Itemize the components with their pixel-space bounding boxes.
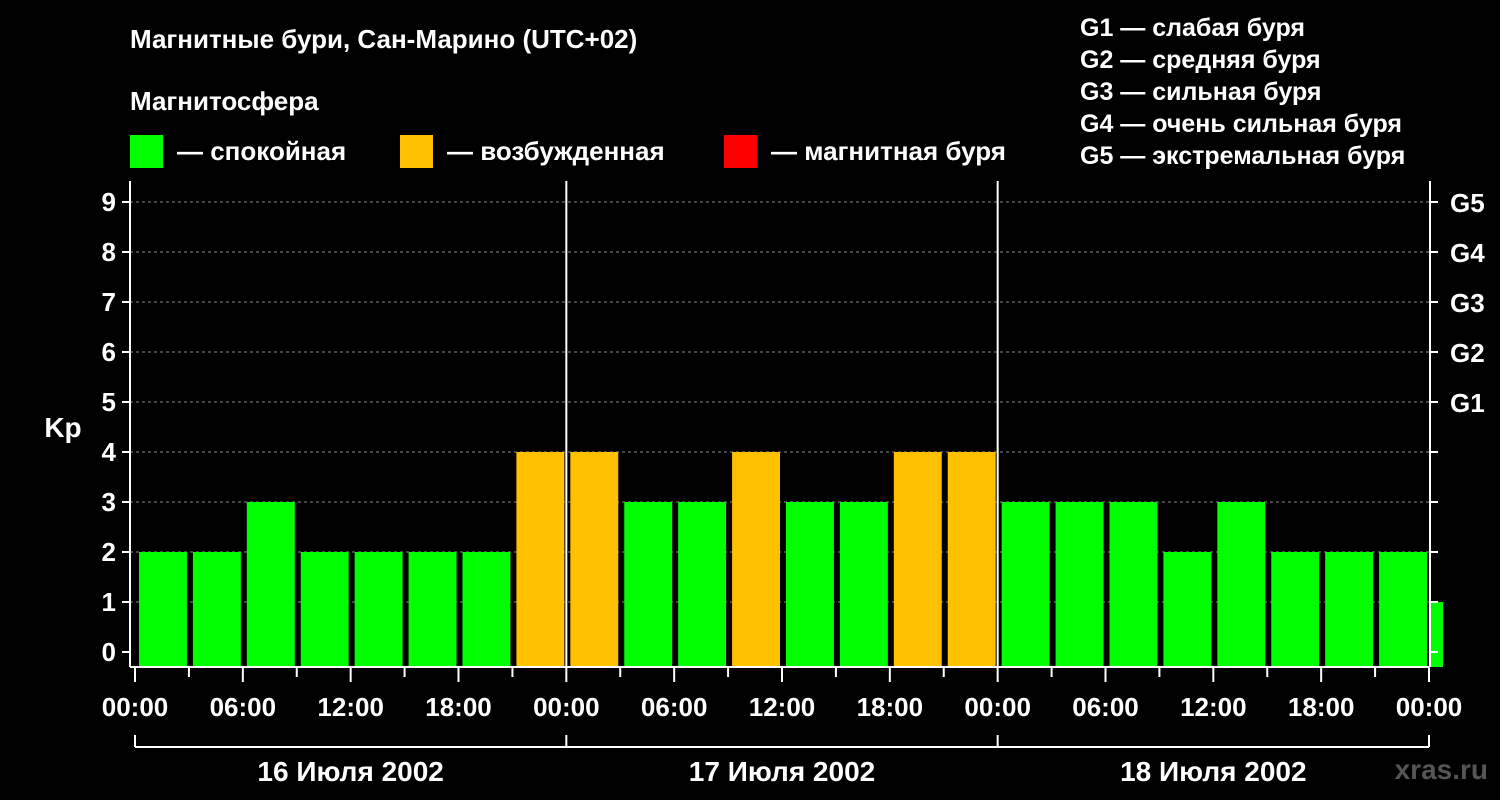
y-axis-label: Kp — [44, 412, 81, 443]
x-tick-label: 00:00 — [964, 692, 1031, 722]
day-label: 18 Июля 2002 — [1120, 756, 1306, 787]
y-tick-label: 4 — [102, 437, 117, 467]
x-tick-label: 12:00 — [1180, 692, 1247, 722]
x-tick-label: 18:00 — [1288, 692, 1355, 722]
kp-bar — [300, 552, 349, 667]
x-tick-label: 00:00 — [533, 692, 600, 722]
kp-bar — [1055, 502, 1104, 667]
kp-bar — [1325, 552, 1374, 667]
x-tick-label: 06:00 — [210, 692, 277, 722]
kp-bar — [947, 452, 996, 667]
y-tick-label: 9 — [102, 187, 116, 217]
kp-bar — [1001, 502, 1050, 667]
kp-bar — [246, 502, 295, 667]
y-tick-label: 0 — [102, 637, 116, 667]
y-tick-label: 2 — [102, 537, 116, 567]
kp-bar — [192, 552, 241, 667]
kp-bar — [516, 452, 565, 667]
y-tick-label: 5 — [102, 387, 116, 417]
x-tick-label: 12:00 — [317, 692, 384, 722]
kp-bar — [678, 502, 727, 667]
day-label: 16 Июля 2002 — [257, 756, 443, 787]
kp-bar — [839, 502, 888, 667]
kp-bar — [570, 452, 619, 667]
kp-bar — [354, 552, 403, 667]
y-tick-label: 7 — [102, 287, 116, 317]
g-level-label: G3 — [1450, 288, 1485, 318]
kp-bar — [139, 552, 187, 667]
kp-bar — [624, 502, 673, 667]
kp-bar — [1217, 502, 1266, 667]
kp-bar — [786, 502, 834, 667]
x-tick-label: 06:00 — [641, 692, 708, 722]
x-tick-label: 00:00 — [102, 692, 169, 722]
x-tick-label: 06:00 — [1072, 692, 1139, 722]
x-tick-label: 00:00 — [1396, 692, 1463, 722]
kp-bar — [462, 552, 511, 667]
y-tick-label: 6 — [102, 337, 116, 367]
kp-bar — [1271, 552, 1320, 667]
day-label: 17 Июля 2002 — [689, 756, 875, 787]
kp-bar — [1163, 552, 1212, 667]
y-tick-label: 1 — [102, 587, 116, 617]
watermark: xras.ru — [1394, 754, 1488, 785]
kp-bar — [1430, 602, 1443, 667]
kp-bar — [732, 452, 780, 667]
g-level-label: G1 — [1450, 388, 1485, 418]
y-tick-label: 8 — [102, 237, 116, 267]
g-level-label: G2 — [1450, 338, 1485, 368]
y-tick-label: 3 — [102, 487, 116, 517]
kp-bar — [1109, 502, 1158, 667]
kp-bar — [1379, 552, 1427, 667]
kp-bar-chart: 0 1 2 3 4 5 6 7 8 9 G1 G2 G3 G4 G5 Kp 00:00 06:00 12:00 18:… — [44, 181, 1485, 787]
x-tick-label: 18:00 — [857, 692, 924, 722]
x-tick-label: 18:00 — [425, 692, 492, 722]
g-level-label: G4 — [1450, 238, 1485, 268]
x-tick-label: 12:00 — [749, 692, 816, 722]
g-level-label: G5 — [1450, 188, 1485, 218]
kp-bar — [893, 452, 942, 667]
kp-bar — [408, 552, 457, 667]
